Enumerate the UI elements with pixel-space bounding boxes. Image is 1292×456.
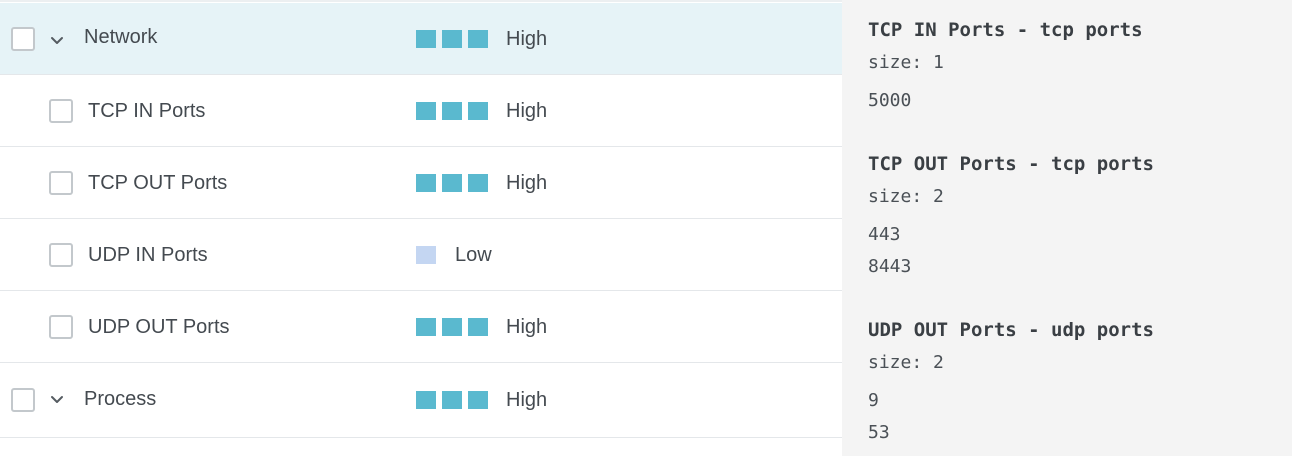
severity-label: Low <box>455 244 492 266</box>
severity-block <box>416 318 436 336</box>
row-checkbox[interactable] <box>11 388 35 412</box>
severity-label: High <box>506 389 548 411</box>
severity-block <box>468 318 488 336</box>
severity-block <box>416 174 436 192</box>
port-value: 443 <box>868 224 901 245</box>
row-label: TCP IN Ports <box>88 100 206 122</box>
section-title: TCP IN Ports - tcp ports <box>868 19 1143 41</box>
severity-label: High <box>506 172 548 194</box>
severity-block <box>442 318 462 336</box>
list-row-udp-in-ports[interactable]: UDP IN Ports Low <box>0 219 842 291</box>
list-row-process[interactable]: Process High <box>0 363 842 438</box>
severity-block <box>416 102 436 120</box>
port-value: 8443 <box>868 256 912 277</box>
severity-block <box>468 391 488 409</box>
row-checkbox[interactable] <box>11 27 35 51</box>
row-checkbox[interactable] <box>49 99 73 123</box>
section-title: UDP OUT Ports - udp ports <box>868 319 1154 341</box>
size-prefix: size: <box>868 186 934 207</box>
size-value: 2 <box>933 186 944 207</box>
row-checkbox[interactable] <box>49 315 73 339</box>
section-title: TCP OUT Ports - tcp ports <box>868 153 1154 175</box>
chevron-down-icon[interactable] <box>50 393 64 407</box>
severity-block <box>442 391 462 409</box>
row-label: Process <box>84 388 157 410</box>
severity-block <box>416 30 436 48</box>
severity-label: High <box>506 316 548 338</box>
size-value: 1 <box>933 52 944 73</box>
app-root: Network High TCP IN Ports High TCP OUT P… <box>0 0 1292 456</box>
row-checkbox[interactable] <box>49 171 73 195</box>
severity-block <box>442 174 462 192</box>
severity-block <box>468 30 488 48</box>
severity-block <box>468 174 488 192</box>
port-value: 53 <box>868 422 890 443</box>
size-prefix: size: <box>868 352 934 373</box>
severity-block <box>416 391 436 409</box>
row-label: Network <box>84 26 158 48</box>
row-label: UDP IN Ports <box>88 244 208 266</box>
detail-panel: TCP IN Ports - tcp ports size: 1 5000 TC… <box>842 0 1292 456</box>
severity-label: High <box>506 100 548 122</box>
severity-block <box>416 246 436 264</box>
severity-label: High <box>506 28 548 50</box>
list-row-tcp-out-ports[interactable]: TCP OUT Ports High <box>0 147 842 219</box>
chevron-down-icon[interactable] <box>50 34 64 48</box>
section-size: size: 2 <box>868 351 944 375</box>
row-checkbox[interactable] <box>49 243 73 267</box>
list-row-udp-out-ports[interactable]: UDP OUT Ports High <box>0 291 842 363</box>
list-row-network[interactable]: Network High <box>0 3 842 75</box>
section-size: size: 2 <box>868 185 944 209</box>
size-value: 2 <box>933 352 944 373</box>
section-size: size: 1 <box>868 51 944 75</box>
rule-list: Network High TCP IN Ports High TCP OUT P… <box>0 0 842 456</box>
port-value: 5000 <box>868 90 912 111</box>
severity-block <box>442 30 462 48</box>
list-row-tcp-in-ports[interactable]: TCP IN Ports High <box>0 75 842 147</box>
port-value: 9 <box>868 390 879 411</box>
row-label: TCP OUT Ports <box>88 172 228 194</box>
size-prefix: size: <box>868 52 934 73</box>
severity-block <box>468 102 488 120</box>
row-label: UDP OUT Ports <box>88 316 230 338</box>
severity-block <box>442 102 462 120</box>
list-top-divider <box>0 0 842 2</box>
